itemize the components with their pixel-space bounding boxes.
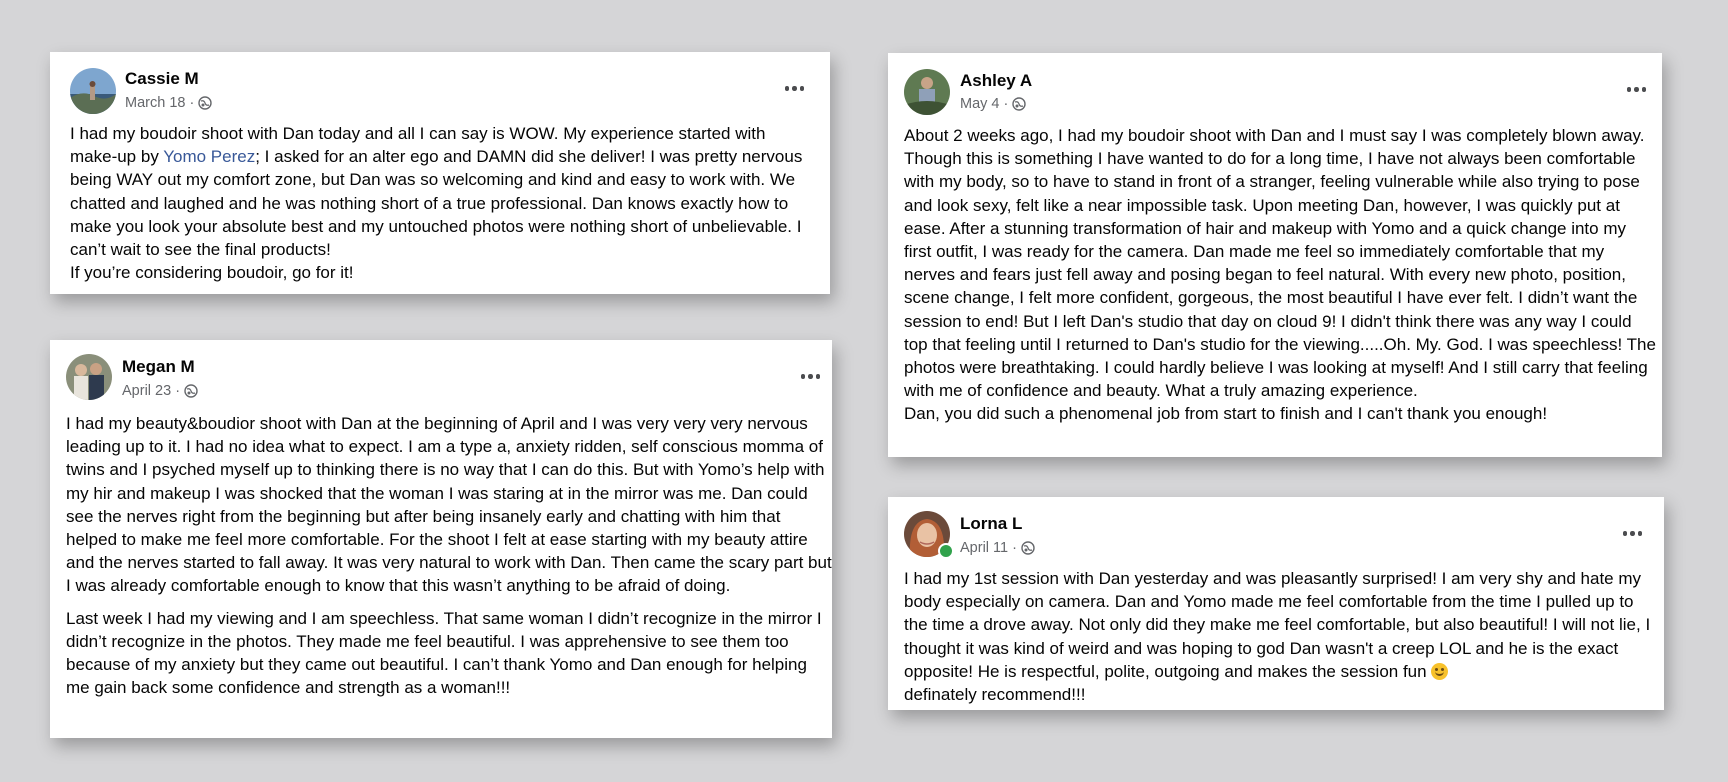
post-header: Ashley A May 4 · xyxy=(888,53,1662,115)
post-paragraph: I had my beauty&boudior shoot with Dan a… xyxy=(66,414,832,596)
review-card-lorna: Lorna L April 11 · I had my 1st session … xyxy=(888,497,1664,710)
post-body: About 2 weeks ago, I had my boudoir shoo… xyxy=(888,111,1662,426)
post-body: I had my boudoir shoot with Dan today an… xyxy=(50,110,830,284)
globe-icon xyxy=(184,384,198,398)
review-card-cassie: Cassie M March 18 · I had my boudoir sho… xyxy=(50,52,830,294)
post-paragraph: Last week I had my viewing and I am spee… xyxy=(66,608,822,698)
post-date[interactable]: May 4 · xyxy=(960,96,1008,112)
post-meta: April 23 · xyxy=(122,383,198,399)
post-header: Megan M April 23 · xyxy=(50,340,832,400)
post-header: Cassie M March 18 · xyxy=(50,52,830,114)
globe-icon xyxy=(198,96,213,110)
post-meta: April 11 · xyxy=(960,540,1035,556)
avatar[interactable] xyxy=(904,69,950,115)
more-options-icon[interactable] xyxy=(800,374,820,379)
review-card-ashley: Ashley A May 4 · About 2 weeks ago, I ha… xyxy=(888,53,1662,457)
author-name[interactable]: Lorna L xyxy=(960,514,1022,534)
post-text-line: If you’re considering boudoir, go for it… xyxy=(70,263,354,283)
post-text: I had my boudoir shoot with Dan today an… xyxy=(70,124,803,260)
author-name[interactable]: Cassie M xyxy=(125,69,199,89)
post-text: I had my 1st session with Dan yesterday … xyxy=(904,569,1651,681)
post-text-line: definately recommend!!! xyxy=(904,685,1086,705)
avatar[interactable] xyxy=(66,354,112,400)
smiling-face-emoji xyxy=(1431,662,1449,680)
mention-link[interactable]: Yomo Perez xyxy=(163,147,255,166)
post-meta: May 4 · xyxy=(960,96,1027,112)
review-card-megan: Megan M April 23 · I had my beauty&boudi… xyxy=(50,340,832,738)
avatar[interactable] xyxy=(70,68,116,114)
globe-icon xyxy=(1021,541,1035,555)
post-meta: March 18 · xyxy=(125,95,213,111)
more-options-icon[interactable] xyxy=(1622,531,1642,536)
more-options-icon[interactable] xyxy=(784,86,804,91)
more-options-icon[interactable] xyxy=(1626,87,1646,92)
author-name[interactable]: Ashley A xyxy=(960,71,1032,91)
post-body: I had my beauty&boudior shoot with Dan a… xyxy=(50,398,832,699)
post-header: Lorna L April 11 · xyxy=(888,497,1664,559)
post-body: I had my 1st session with Dan yesterday … xyxy=(888,555,1664,706)
post-date[interactable]: March 18 · xyxy=(125,95,194,111)
post-date[interactable]: April 23 · xyxy=(122,383,180,399)
post-date[interactable]: April 11 · xyxy=(960,540,1017,556)
post-paragraph: About 2 weeks ago, I had my boudoir shoo… xyxy=(904,126,1656,401)
globe-icon xyxy=(1012,97,1027,111)
online-status-dot xyxy=(938,543,954,559)
post-text-line: Dan, you did such a phenomenal job from … xyxy=(904,404,1548,424)
author-name[interactable]: Megan M xyxy=(122,357,195,377)
